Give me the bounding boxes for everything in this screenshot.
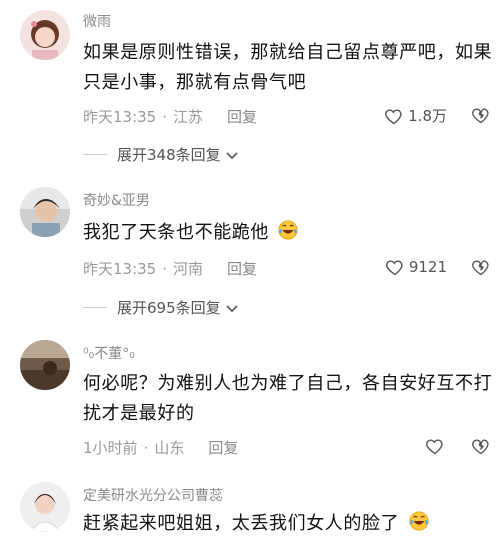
dislike-button[interactable]: [471, 257, 491, 277]
avatar[interactable]: [20, 340, 70, 390]
expand-label: 展开695条回复: [117, 299, 221, 317]
separator-dot: ·: [162, 259, 168, 278]
expand-replies-button[interactable]: 展开695条回复: [83, 297, 239, 318]
timestamp: 1小时前: [83, 439, 138, 457]
like-button[interactable]: 1.8万: [384, 105, 447, 126]
expand-label: 展开348条回复: [117, 146, 221, 164]
broken-heart-icon: [472, 439, 489, 455]
location: 山东: [154, 439, 185, 457]
broken-heart-icon: [472, 108, 489, 124]
reply-button[interactable]: 回复: [227, 106, 257, 127]
comment-meta: 昨天13:35 · 河南 回复: [83, 258, 257, 279]
avatar[interactable]: [20, 10, 70, 60]
username[interactable]: 奇妙&亚男: [83, 190, 150, 210]
laughing-crying-emoji-icon: [408, 511, 429, 531]
expand-replies-button[interactable]: 展开348条回复: [83, 144, 239, 165]
location: 河南: [173, 260, 204, 278]
separator-dot: ·: [143, 438, 149, 457]
like-count: 9121: [408, 258, 447, 276]
comment-text: 何必呢？为难别人也为难了自己，各自安好互不打扰才是最好的: [83, 373, 493, 424]
timestamp: 昨天13:35: [83, 260, 157, 278]
divider-line: [83, 307, 107, 308]
comment-list: 微雨 如果是原则性错误，那就给自己留点尊严吧，如果只是小事，那就有点骨气吧 昨天…: [0, 0, 499, 541]
comment-text: 如果是原则性错误，那就给自己留点尊严吧，如果只是小事，那就有点骨气吧: [83, 42, 493, 93]
comment-meta: 昨天13:35 · 江苏 回复: [83, 106, 257, 127]
location: 江苏: [173, 108, 204, 126]
username[interactable]: 定美研水光分公司曹蕊: [83, 485, 223, 505]
username[interactable]: ⁰₀不董°₀: [83, 343, 135, 363]
like-button[interactable]: [425, 436, 449, 456]
timestamp: 昨天13:35: [83, 108, 157, 126]
comment-text-content: 我犯了天条也不能跪他: [83, 222, 269, 243]
divider-line: [83, 154, 107, 155]
separator-dot: ·: [162, 107, 168, 126]
reply-button[interactable]: 回复: [208, 437, 238, 458]
avatar[interactable]: [20, 482, 70, 532]
comment-text: 赶紧起来吧姐姐，太丢我们女人的脸了: [83, 509, 493, 539]
username[interactable]: 微雨: [83, 11, 111, 31]
broken-heart-icon: [472, 260, 489, 276]
chevron-down-icon: [226, 304, 238, 312]
laughing-crying-emoji-icon: [278, 220, 298, 240]
comment-meta: 1小时前 · 山东 回复: [83, 437, 238, 458]
comment-text-content: 赶紧起来吧姐姐，太丢我们女人的脸了: [83, 513, 400, 534]
avatar[interactable]: [20, 187, 70, 237]
chevron-down-icon: [226, 151, 238, 159]
reply-button[interactable]: 回复: [227, 258, 257, 279]
comment-text: 我犯了天条也不能跪他: [83, 218, 493, 248]
like-count: 1.8万: [408, 107, 447, 125]
like-button[interactable]: 9121: [385, 257, 447, 277]
dislike-button[interactable]: [471, 436, 491, 456]
dislike-button[interactable]: [471, 105, 491, 125]
heart-icon: [385, 108, 402, 124]
heart-icon: [385, 260, 403, 276]
heart-icon: [426, 439, 443, 455]
